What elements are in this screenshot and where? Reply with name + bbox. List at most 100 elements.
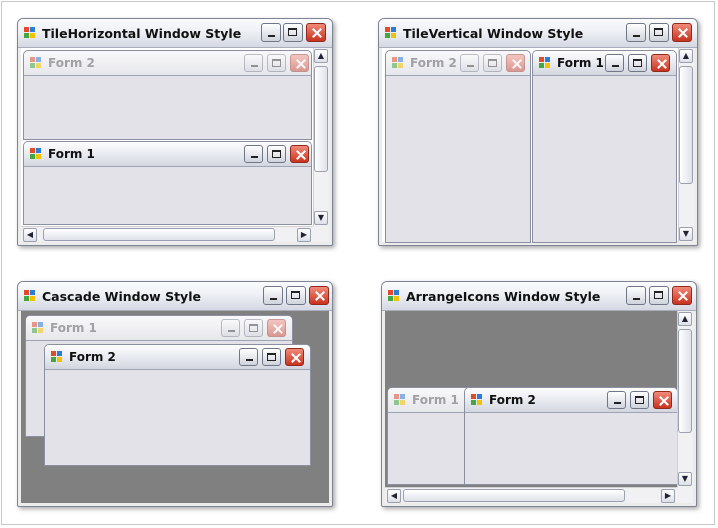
- minimize-button[interactable]: [244, 145, 263, 163]
- close-button[interactable]: [290, 145, 309, 163]
- title-bar[interactable]: TileHorizontal Window Style: [18, 19, 332, 48]
- scroll-thumb[interactable]: [314, 66, 328, 172]
- child-title-bar[interactable]: Form 2: [45, 345, 310, 370]
- child-title-bar[interactable]: Form 1: [388, 388, 476, 413]
- child-form-2[interactable]: Form 2: [385, 50, 531, 243]
- close-icon: [310, 287, 328, 304]
- minimize-button[interactable]: [460, 54, 479, 72]
- scroll-up-button[interactable]: ▲: [679, 49, 693, 63]
- maximize-button[interactable]: [649, 23, 669, 42]
- maximize-button[interactable]: [286, 286, 306, 305]
- minimize-button[interactable]: [263, 286, 283, 305]
- tilehorizontal-window[interactable]: TileHorizontal Window Style Form 2 Form …: [17, 18, 333, 246]
- tilevertical-window[interactable]: TileVertical Window Style Form 2 Form 1: [378, 18, 698, 246]
- horizontal-scrollbar[interactable]: ◀ ▶: [385, 487, 677, 503]
- close-button[interactable]: [653, 391, 672, 409]
- app-icon: [385, 27, 396, 38]
- scroll-down-button[interactable]: ▼: [679, 227, 693, 241]
- horizontal-scrollbar[interactable]: ◀ ▶: [21, 226, 313, 242]
- child-client: [45, 370, 310, 465]
- scroll-up-button[interactable]: ▲: [314, 49, 328, 63]
- close-button[interactable]: [285, 348, 304, 366]
- title-bar[interactable]: Cascade Window Style: [18, 282, 332, 311]
- maximize-icon: [631, 392, 648, 408]
- size-grip[interactable]: [677, 487, 693, 503]
- scroll-thumb[interactable]: [403, 489, 625, 502]
- vertical-scrollbar[interactable]: ▲ ▼: [677, 311, 693, 487]
- maximize-icon: [484, 55, 501, 71]
- child-form-2[interactable]: Form 2: [464, 387, 678, 485]
- minimize-button[interactable]: [626, 23, 646, 42]
- scroll-thumb[interactable]: [679, 66, 693, 184]
- scroll-right-button[interactable]: ▶: [297, 228, 311, 242]
- maximize-icon: [268, 146, 285, 162]
- child-form-1[interactable]: Form 1: [23, 141, 312, 225]
- scroll-up-button[interactable]: ▲: [678, 312, 692, 326]
- child-title: Form 1: [412, 393, 459, 407]
- close-button[interactable]: [306, 23, 326, 42]
- child-title: Form 1: [557, 56, 604, 70]
- maximize-button[interactable]: [267, 145, 286, 163]
- maximize-button[interactable]: [262, 348, 281, 366]
- close-button[interactable]: [290, 54, 309, 72]
- child-client: [465, 413, 677, 484]
- scroll-down-button[interactable]: ▼: [678, 472, 692, 486]
- maximize-button[interactable]: [267, 54, 286, 72]
- minimize-button[interactable]: [605, 54, 624, 72]
- maximize-button[interactable]: [628, 54, 647, 72]
- minimize-button[interactable]: [261, 23, 281, 42]
- child-title-bar[interactable]: Form 2: [24, 51, 311, 76]
- maximize-button[interactable]: [630, 391, 649, 409]
- scroll-down-button[interactable]: ▼: [314, 211, 328, 225]
- child-form-2[interactable]: Form 2: [44, 344, 311, 466]
- scroll-thumb[interactable]: [43, 228, 275, 241]
- arrangeicons-window[interactable]: ArrangeIcons Window Style Form 1 Form 2 …: [381, 281, 697, 507]
- maximize-button[interactable]: [283, 23, 303, 42]
- minimize-button[interactable]: [221, 319, 240, 337]
- child-client: [388, 413, 476, 484]
- mdi-client-area: Form 1 Form 2 ▲ ▼ ◀ ▶: [385, 311, 693, 503]
- maximize-button[interactable]: [649, 286, 669, 305]
- child-title-bar[interactable]: Form 1: [26, 316, 292, 341]
- close-button[interactable]: [309, 286, 329, 305]
- minimize-button[interactable]: [244, 54, 263, 72]
- close-icon: [654, 392, 671, 408]
- minimize-button[interactable]: [239, 348, 258, 366]
- close-icon: [507, 55, 524, 71]
- minimize-icon: [245, 55, 262, 71]
- minimize-icon: [461, 55, 478, 71]
- child-title: Form 2: [489, 393, 536, 407]
- close-button[interactable]: [672, 286, 692, 305]
- minimize-button[interactable]: [607, 391, 626, 409]
- scroll-left-button[interactable]: ◀: [23, 228, 37, 242]
- title-bar[interactable]: ArrangeIcons Window Style: [382, 282, 696, 311]
- child-title: Form 1: [48, 147, 95, 161]
- child-title-bar[interactable]: Form 2: [465, 388, 677, 413]
- minimize-button[interactable]: [626, 286, 646, 305]
- cascade-window[interactable]: Cascade Window Style Form 1 Form 2: [17, 281, 333, 507]
- minimize-icon: [262, 24, 280, 41]
- app-icon: [32, 322, 43, 333]
- close-button[interactable]: [672, 23, 692, 42]
- child-form-2[interactable]: Form 2: [23, 50, 312, 140]
- maximize-button[interactable]: [244, 319, 263, 337]
- app-icon: [24, 27, 35, 38]
- app-icon: [392, 57, 403, 68]
- scroll-thumb[interactable]: [678, 329, 692, 433]
- child-title-bar[interactable]: Form 1: [24, 142, 311, 167]
- scroll-left-button[interactable]: ◀: [387, 489, 401, 503]
- size-grip[interactable]: [313, 226, 329, 242]
- app-icon: [51, 351, 62, 362]
- close-button[interactable]: [267, 319, 286, 337]
- close-button[interactable]: [506, 54, 525, 72]
- child-form-1[interactable]: Form 1: [532, 50, 677, 243]
- scroll-right-button[interactable]: ▶: [661, 489, 675, 503]
- close-button[interactable]: [651, 54, 670, 72]
- child-title-bar[interactable]: Form 1: [533, 51, 676, 76]
- maximize-button[interactable]: [483, 54, 502, 72]
- vertical-scrollbar[interactable]: ▲ ▼: [313, 48, 329, 226]
- maximize-icon: [284, 24, 302, 41]
- title-bar[interactable]: TileVertical Window Style: [379, 19, 697, 48]
- child-title-bar[interactable]: Form 2: [386, 51, 530, 76]
- vertical-scrollbar[interactable]: ▲ ▼: [678, 48, 694, 242]
